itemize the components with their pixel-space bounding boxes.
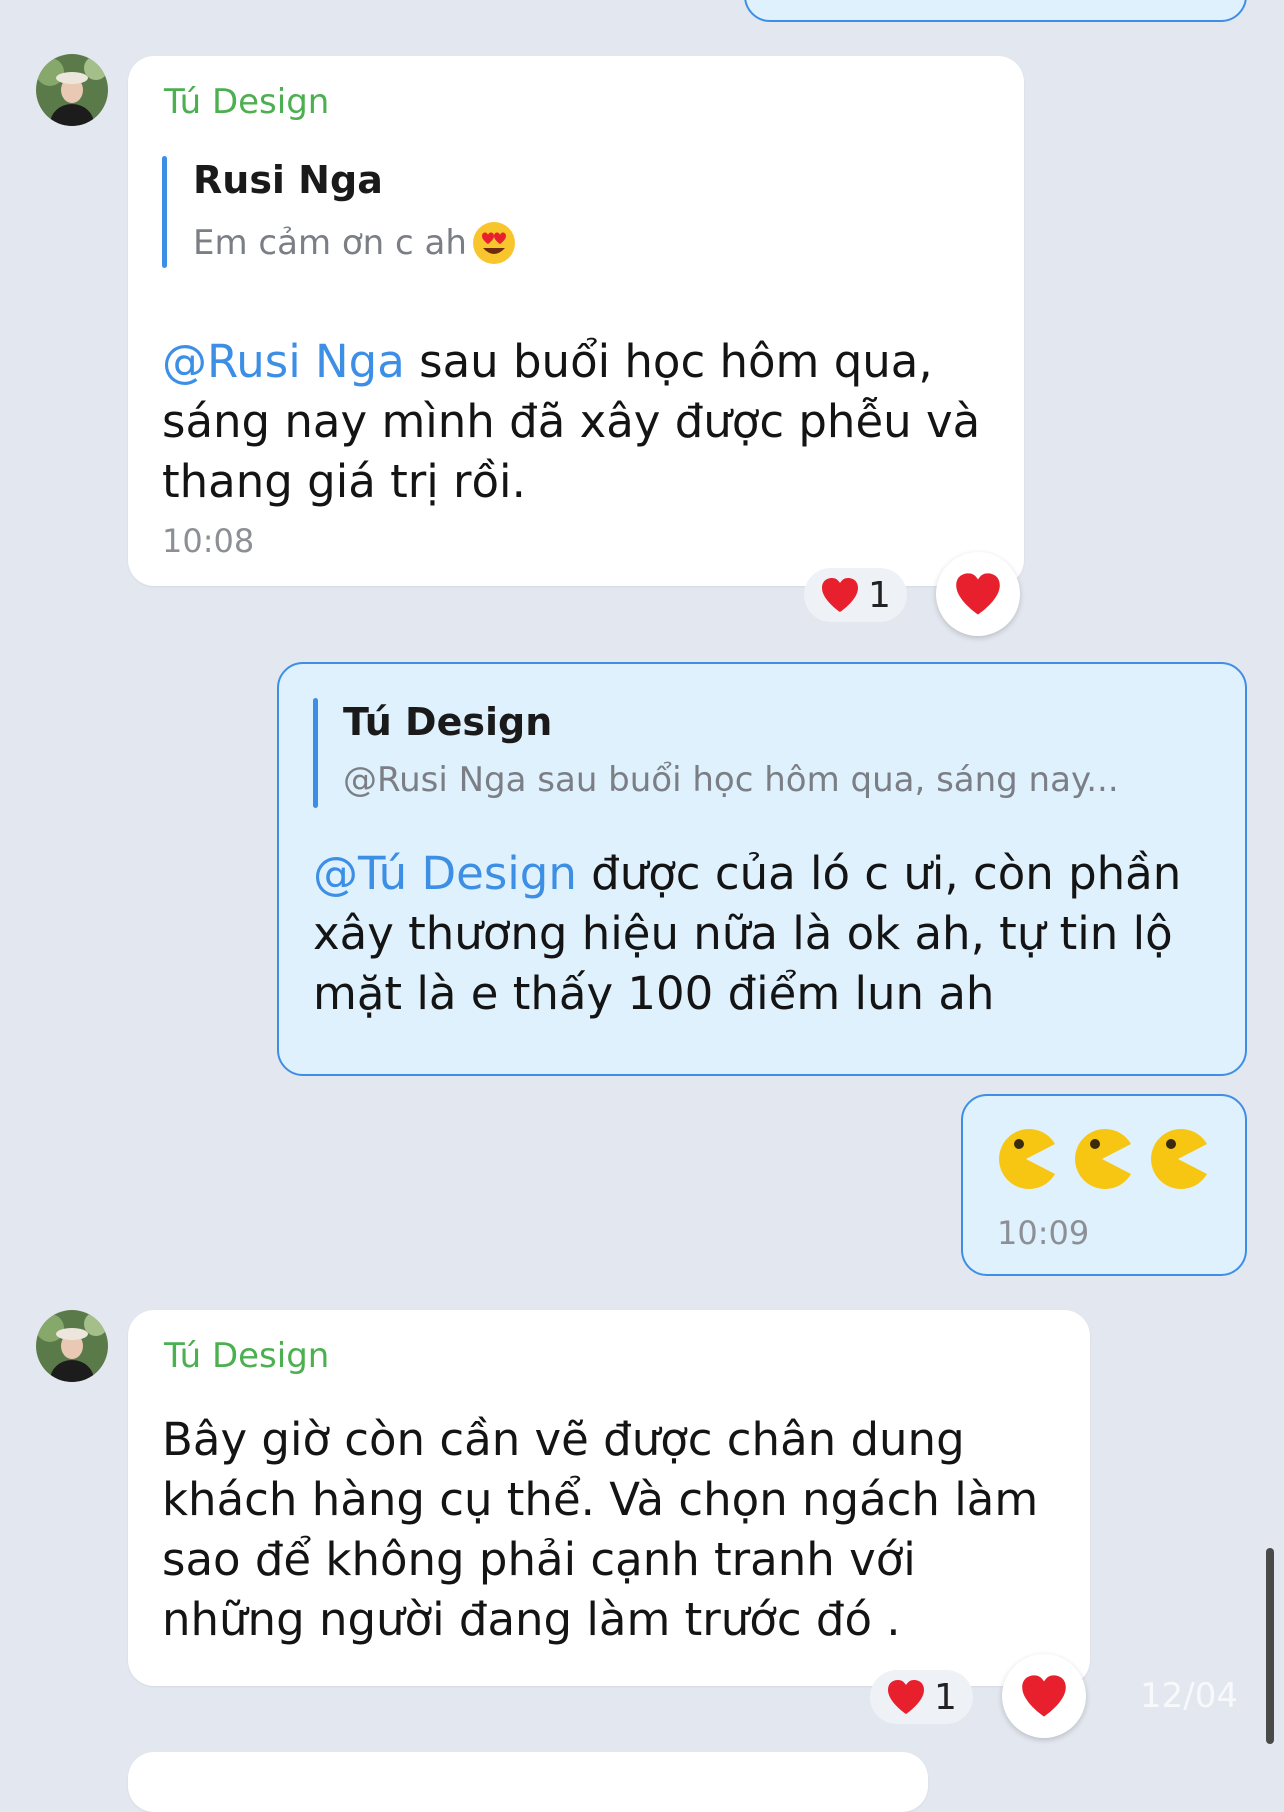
outgoing-message-bubble[interactable]: Tú Design @Rusi Nga sau buổi học hôm qua… <box>277 662 1247 1076</box>
heart-icon <box>886 1678 926 1716</box>
message-bubble[interactable]: Tú Design Rusi Nga Em cảm ơn c ah @Rusi … <box>128 56 1024 586</box>
sender-name[interactable]: Tú Design <box>164 1336 329 1376</box>
heart-icon <box>956 573 1000 615</box>
heart-icon <box>1022 1675 1066 1717</box>
quote-bar <box>162 156 167 268</box>
react-heart-button[interactable] <box>1002 1654 1086 1738</box>
outgoing-emoji-bubble[interactable]: 10:09 <box>961 1094 1247 1276</box>
message-bubble[interactable]: Tú Design Bây giờ còn cần vẽ được chân d… <box>128 1310 1090 1686</box>
avatar[interactable] <box>36 1310 108 1382</box>
message-text: @Rusi Nga sau buổi học hôm qua, sáng nay… <box>162 335 981 508</box>
quote-author: Tú Design <box>343 700 553 744</box>
reaction-count[interactable]: 1 <box>804 568 907 622</box>
quote-bar <box>313 698 318 808</box>
timestamp: 10:08 <box>162 522 255 560</box>
reaction-number: 1 <box>934 1676 957 1718</box>
mention-link[interactable]: @Rusi Nga <box>162 335 405 388</box>
mention-link[interactable]: @Tú Design <box>313 847 577 900</box>
scrollbar[interactable] <box>1266 1548 1274 1744</box>
next-message-bubble[interactable] <box>128 1752 928 1812</box>
pacman-emoji-icon <box>999 1129 1055 1189</box>
message-text: @Tú Design được của ló c ưi, còn phần xâ… <box>313 847 1182 1020</box>
sender-name[interactable]: Tú Design <box>164 82 329 122</box>
message-text: Bây giờ còn cần vẽ được chân dung khách … <box>162 1413 1039 1646</box>
heart-icon <box>820 576 860 614</box>
date-overlay: 12/04 <box>1140 1676 1238 1716</box>
react-heart-button[interactable] <box>936 552 1020 636</box>
quote-preview[interactable]: Em cảm ơn c ah <box>193 220 517 266</box>
reaction-count[interactable]: 1 <box>870 1670 973 1724</box>
quote-text: Em cảm ơn c ah <box>193 223 467 263</box>
timestamp: 10:09 <box>997 1214 1090 1252</box>
quote-author: Rusi Nga <box>193 158 383 202</box>
pacman-emoji-icon <box>1075 1129 1131 1189</box>
avatar[interactable] <box>36 54 108 126</box>
reaction-number: 1 <box>868 574 891 616</box>
pacman-emoji-icon <box>1151 1129 1207 1189</box>
quote-text[interactable]: @Rusi Nga sau buổi học hôm qua, sáng nay… <box>343 760 1119 800</box>
heart-eyes-emoji-icon <box>471 220 517 266</box>
previous-outgoing-bubble[interactable] <box>744 0 1247 22</box>
